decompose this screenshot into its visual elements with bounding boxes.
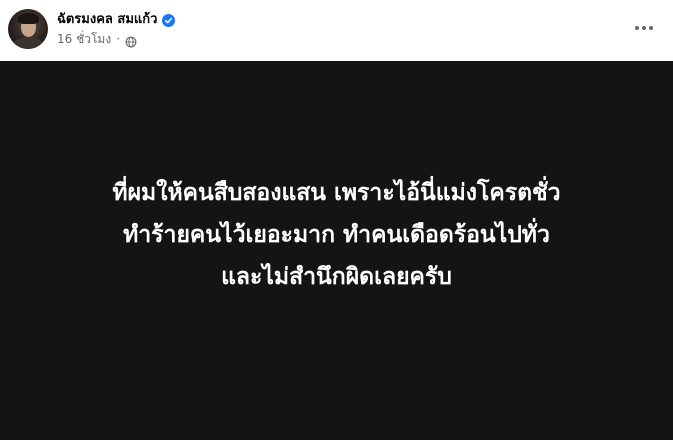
author-name-link[interactable]: ฉัตรมงคล สมแก้ว bbox=[57, 8, 157, 29]
post-message-line: ที่ผมให้คนสืบสองแสน เพราะไอ้นี่แม่งโครตช… bbox=[112, 179, 561, 206]
post-message-line: ทำร้ายคนไว้เยอะมาก ทำคนเดือดร้อนไปทั่ว bbox=[123, 221, 550, 248]
meta-separator: · bbox=[116, 32, 121, 46]
avatar-body-shape bbox=[12, 37, 44, 49]
globe-icon[interactable] bbox=[125, 33, 137, 48]
post-message: ที่ผมให้คนสืบสองแสน เพราะไอ้นี่แม่งโครตช… bbox=[112, 172, 560, 298]
author-row: ฉัตรมงคล สมแก้ว bbox=[57, 8, 176, 29]
text-post-background[interactable]: ที่ผมให้คนสืบสองแสน เพราะไอ้นี่แม่งโครตช… bbox=[0, 61, 673, 440]
post-header: ฉัตรมงคล สมแก้ว 16 ชั่วโมง · bbox=[0, 0, 673, 60]
post-timestamp-link[interactable]: 16 ชั่วโมง bbox=[57, 30, 111, 49]
avatar-hair-shape bbox=[18, 13, 39, 24]
post-meta: 16 ชั่วโมง · bbox=[57, 30, 137, 49]
more-horizontal-icon bbox=[635, 26, 653, 30]
author-avatar[interactable] bbox=[8, 9, 48, 49]
more-options-button[interactable] bbox=[626, 10, 662, 46]
verified-badge-icon bbox=[162, 12, 176, 27]
post-message-line: และไม่สำนึกผิดเลยครับ bbox=[221, 263, 452, 290]
facebook-post: ฉัตรมงคล สมแก้ว 16 ชั่วโมง · ที่ผมให้คนส… bbox=[0, 0, 673, 440]
